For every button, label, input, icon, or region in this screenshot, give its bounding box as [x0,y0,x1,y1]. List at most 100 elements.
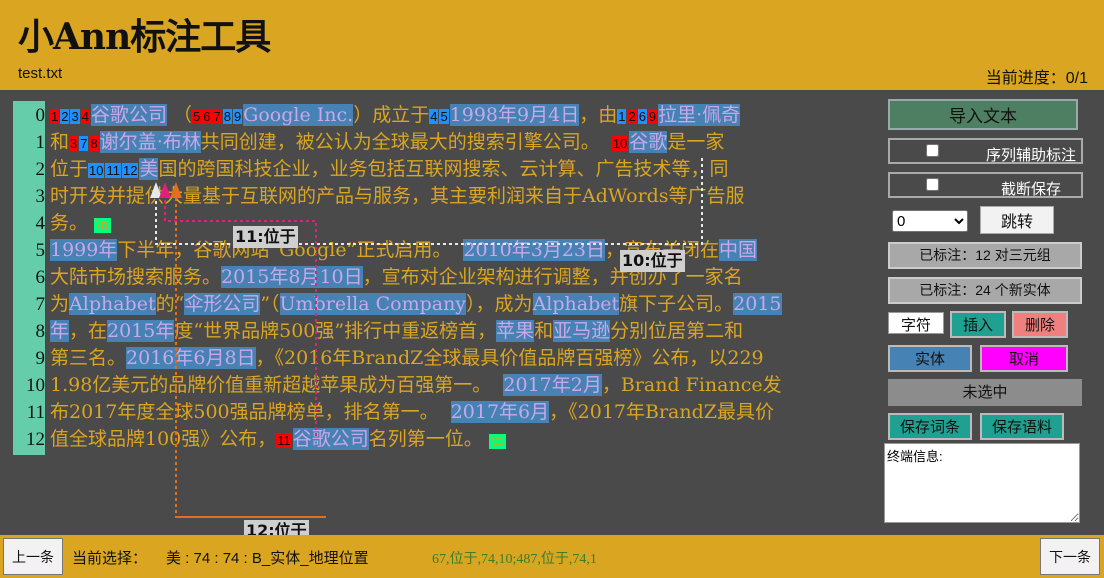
relation-tag[interactable]: 4 [429,108,439,124]
entity-span[interactable]: 2015年 [107,320,175,342]
terminal-output[interactable]: 终端信息: [884,443,1080,523]
relation-tag[interactable]: 6 [202,108,212,124]
insert-button[interactable]: 插入 [950,311,1006,338]
relation-tag[interactable]: 6 [637,108,647,124]
prev-item-button[interactable]: 上一条 [3,538,63,575]
relation-tag[interactable]: 9 [232,108,243,124]
text-line[interactable]: 和3 7 8 谢尔盖·布林共同创建，被公认为全球最大的搜索引擎公司。 10 谷歌是一家 [50,129,724,156]
plain-text: 国的跨国科技企业，业务包括互联网搜索、云计算、广告技术等，同 [158,158,729,180]
line-number: 10 [26,375,45,396]
header-bar: 小Ann标注工具 test.txt 当前进度：0/1 [0,0,1104,90]
line-number: 5 [35,240,46,261]
relation-tag[interactable]: 2 [627,108,637,124]
plain-text: 是一家 [667,131,725,153]
entity-span[interactable]: 2010年3月23日 [463,239,606,261]
save-corpus-button[interactable]: 保存语料 [980,413,1064,440]
jump-line-select[interactable]: 0 [892,210,968,232]
relation-tag[interactable]: 10 [611,135,629,151]
relation-tag[interactable]: 3 [69,135,79,151]
entity-span[interactable]: Alphabet [532,293,620,315]
annotation-text-area[interactable]: 1 2 3 4 谷歌公司 （5 6 7 8 9 Google Inc.）成立于4 5 1998年9月4… [50,101,820,455]
entity-span[interactable]: 苹果 [496,320,535,342]
text-line[interactable]: 务。 \n [50,210,111,237]
plain-text: 和 [50,131,70,153]
relation-tag[interactable]: 7 [79,135,89,151]
delete-button[interactable]: 删除 [1012,311,1068,338]
relation-tag[interactable]: 12 [121,162,139,178]
relation-tag[interactable]: 5 [439,108,449,124]
footer-bar: 上一条 当前选择： 美 : 74 : 74 : B_实体_地理位置 67,位于,… [0,535,1104,578]
relation-tag[interactable]: 7 [212,108,222,124]
relation-tag[interactable]: 8 [89,135,99,151]
relation-tag[interactable]: 5 [192,108,202,124]
relation-tag[interactable]: 2 [60,108,70,124]
text-line[interactable]: 1 2 3 4 谷歌公司 （5 6 7 8 9 Google Inc.）成立于4 5 1998年9月4… [50,102,741,129]
relation-tag[interactable]: 9 [647,108,658,124]
text-line[interactable]: 时开发并提供大量基于互联网的产品与服务，其主要利润来自于AdWords等广告服 [50,183,745,210]
trunc-save-checkbox[interactable] [926,178,939,191]
trunc-save-toggle[interactable]: 截断保存 [888,172,1083,198]
entity-span[interactable]: 2016年6月8日 [126,347,256,369]
next-item-button[interactable]: 下一条 [1040,538,1100,575]
text-line[interactable]: 1.98亿美元的品牌价值重新超越苹果成为百强第一。 2017年2月，Brand … [50,372,782,399]
text-line[interactable]: 值全球品牌100强》公布，11 谷歌公司名列第一位。 \n [50,426,506,453]
seq-assist-checkbox[interactable] [926,144,939,157]
entity-span[interactable]: 谷歌公司 [292,428,369,450]
entity-span[interactable]: 拉里·佩奇 [658,104,741,126]
relation-tag[interactable]: 1 [50,108,60,124]
entity-span[interactable]: Alphabet [69,293,156,315]
entity-span[interactable]: 2015年8月10日 [221,266,363,288]
entity-span[interactable]: 2015 [733,293,782,315]
relation-tag[interactable]: 4 [80,108,90,124]
entity-span[interactable]: 伞形公司 [184,293,261,315]
text-line[interactable]: 位于10 11 12 美国的跨国科技企业，业务包括互联网搜索、云计算、广告技术等，同 [50,156,728,183]
plain-text: 位于 [50,158,89,180]
plain-text: 为 [50,293,70,315]
entity-span[interactable]: 1998年9月4日 [449,104,580,126]
entity-span[interactable]: 中国 [719,239,758,261]
text-line[interactable]: 年，在2015年度“世界品牌500强”排行中重返榜首，苹果和亚马逊分别位居第二和 [50,318,743,345]
relation-tag[interactable]: 8 [222,108,232,124]
entity-button[interactable]: 实体 [888,345,972,372]
import-text-button[interactable]: 导入文本 [888,99,1078,130]
relation-tag[interactable]: 10 [88,162,105,178]
line-number: 12 [26,429,45,450]
entity-span[interactable]: Google Inc. [243,104,354,126]
entity-span[interactable]: 1999年 [50,239,118,261]
entity-span[interactable]: 谷歌公司 [90,104,167,126]
relation-label-11[interactable]: 11:位于 [233,226,298,248]
entity-span[interactable]: Umbrella Company [279,293,467,315]
plain-text: ，在 [69,320,108,342]
current-selection-label: 当前选择： [72,550,148,567]
text-line[interactable]: 第三名。2016年6月8日，《2016年BrandZ全球最具价值品牌百强榜》公布… [50,345,764,372]
entity-span[interactable]: 亚马逊 [553,320,611,342]
plain-text: ，Brand Finance发 [601,374,782,396]
relation-tag[interactable]: 1 [617,108,627,124]
text-line[interactable]: 布2017年度全球500强品牌榜单，排名第一。 2017年6月，《2017年Br… [50,399,774,426]
entity-span[interactable]: 谢尔盖·布林 [99,131,201,153]
relation-tag[interactable]: 11 [105,162,121,178]
char-mode-button[interactable]: 字符 [888,312,944,334]
seq-assist-toggle[interactable]: 序列辅助标注 [888,138,1083,164]
relation-tag[interactable]: 11 [276,432,292,448]
app-title: 小Ann标注工具 [18,16,271,58]
plain-text: ）成立于 [353,104,430,126]
entity-span[interactable]: 美 [139,158,159,180]
newline-marker[interactable]: \n [488,434,506,449]
save-terms-button[interactable]: 保存词条 [888,413,972,440]
relation-tag[interactable]: 3 [70,108,80,124]
entity-span[interactable]: 谷歌 [629,131,668,153]
newline-marker[interactable]: \n [94,218,111,233]
plain-text: 值全球品牌100强》公布， [50,428,277,450]
relation-label-10[interactable]: 10:位于 [620,250,685,272]
entity-span[interactable]: 2017年2月 [503,374,602,396]
cancel-button[interactable]: 取消 [980,345,1068,372]
triples-count: 已标注：12 对三元组 [888,242,1082,269]
plain-text: ”（ [260,293,280,315]
text-line[interactable]: 为Alphabet的“伞形公司”（Umbrella Company），成为Alp… [50,291,782,318]
plain-text: 时开发并提供大量基于互联网的产品与服务，其主要利润来自于AdWords等广告服 [50,185,745,207]
selection-status: 未选中 [888,379,1082,406]
entity-span[interactable]: 2017年6月 [450,401,550,423]
entity-span[interactable]: 年 [50,320,70,342]
jump-button[interactable]: 跳转 [980,206,1054,234]
